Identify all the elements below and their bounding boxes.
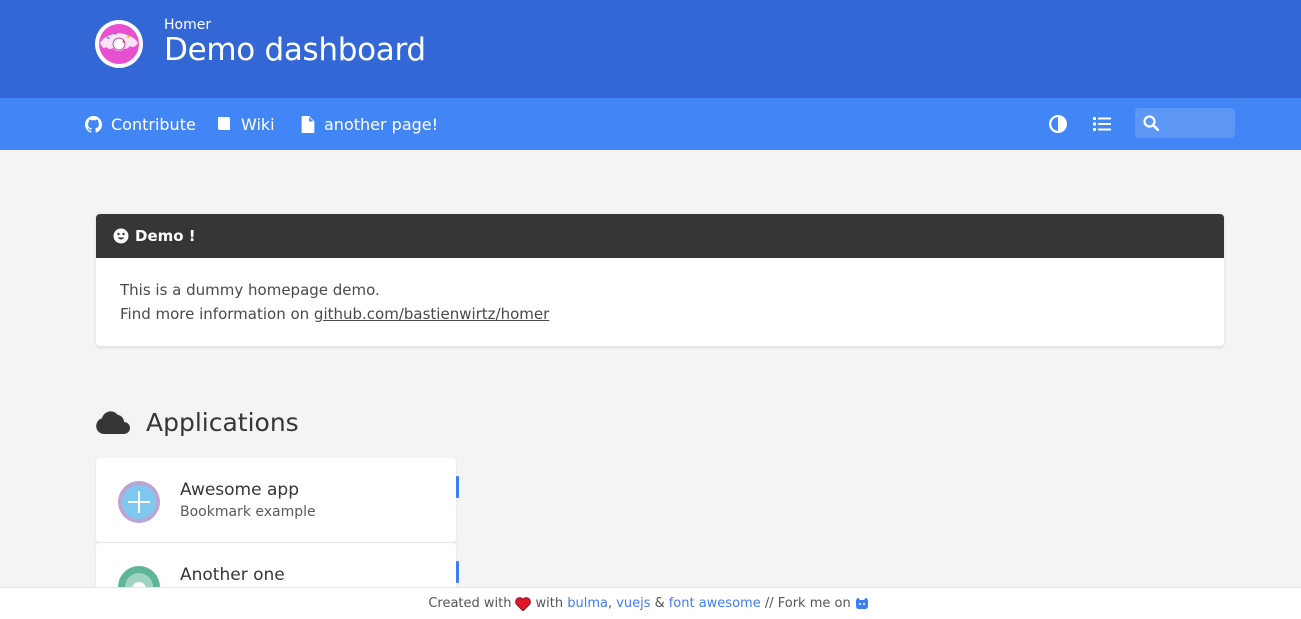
- app-subtitle: Bookmark example: [180, 504, 316, 520]
- donut-logo-icon: [95, 20, 143, 68]
- search-box[interactable]: [1135, 108, 1235, 138]
- dark-mode-toggle[interactable]: [1046, 112, 1070, 136]
- github-link[interactable]: github.com/bastienwirtz/homer: [314, 305, 549, 323]
- github-cat-icon: [855, 597, 868, 609]
- header: Homer Demo dashboard: [0, 0, 1301, 98]
- bulma-link[interactable]: bulma: [567, 596, 608, 611]
- message-line-2: Find more information on github.com/bast…: [120, 302, 1200, 326]
- cloud-icon: [96, 411, 130, 434]
- nav-link-label: Contribute: [111, 114, 196, 134]
- message-header: Demo !: [96, 214, 1224, 258]
- applications-section-title: Applications: [96, 404, 299, 440]
- navbar: Contribute Wiki another page!: [0, 98, 1301, 150]
- github-fork-link[interactable]: [851, 597, 873, 610]
- message-title: Demo !: [135, 227, 196, 245]
- nav-link-another-page[interactable]: another page!: [301, 98, 438, 150]
- search-icon: [1143, 115, 1159, 131]
- footer-comma: ,: [607, 596, 613, 611]
- search-input[interactable]: [1165, 108, 1231, 138]
- plus-circle-icon: [118, 481, 160, 523]
- message-box: Demo ! This is a dummy homepage demo. Fi…: [96, 214, 1224, 346]
- message-body: This is a dummy homepage demo. Find more…: [96, 258, 1224, 346]
- section-title-label: Applications: [146, 407, 299, 437]
- footer: Created with with bulma, vuejs & font aw…: [0, 587, 1301, 619]
- app-name: Awesome app: [180, 480, 299, 500]
- nav-link-wiki[interactable]: Wiki: [216, 98, 275, 150]
- heart-icon: [515, 596, 532, 611]
- header-subtitle: Homer: [164, 17, 212, 33]
- footer-amp: &: [654, 596, 665, 611]
- github-icon: [85, 115, 102, 133]
- contrast-icon: [1049, 115, 1067, 133]
- footer-with-text: with: [535, 596, 564, 611]
- nav-link-label: Wiki: [241, 114, 275, 134]
- app-name: Another one: [180, 565, 285, 585]
- font-awesome-link[interactable]: font awesome: [669, 596, 761, 611]
- book-icon: [218, 117, 230, 130]
- nav-link-contribute[interactable]: Contribute: [85, 98, 196, 150]
- message-line-1: This is a dummy homepage demo.: [120, 281, 380, 299]
- message-line-2-prefix: Find more information on: [120, 305, 314, 323]
- nav-link-label: another page!: [324, 114, 439, 134]
- layout-toggle[interactable]: [1090, 112, 1114, 136]
- smile-icon: [113, 228, 129, 244]
- vuejs-link[interactable]: vuejs: [616, 596, 650, 611]
- page-title: Demo dashboard: [164, 32, 426, 68]
- file-icon: [301, 115, 315, 133]
- app-card-awesome-app[interactable]: Awesome app Bookmark example: [96, 458, 459, 542]
- footer-created-text: Created with: [428, 596, 512, 611]
- app-tag-marker: [456, 561, 459, 583]
- list-icon: [1093, 117, 1111, 131]
- footer-fork-text: // Fork me on: [764, 596, 851, 611]
- app-tag-marker: [456, 476, 459, 498]
